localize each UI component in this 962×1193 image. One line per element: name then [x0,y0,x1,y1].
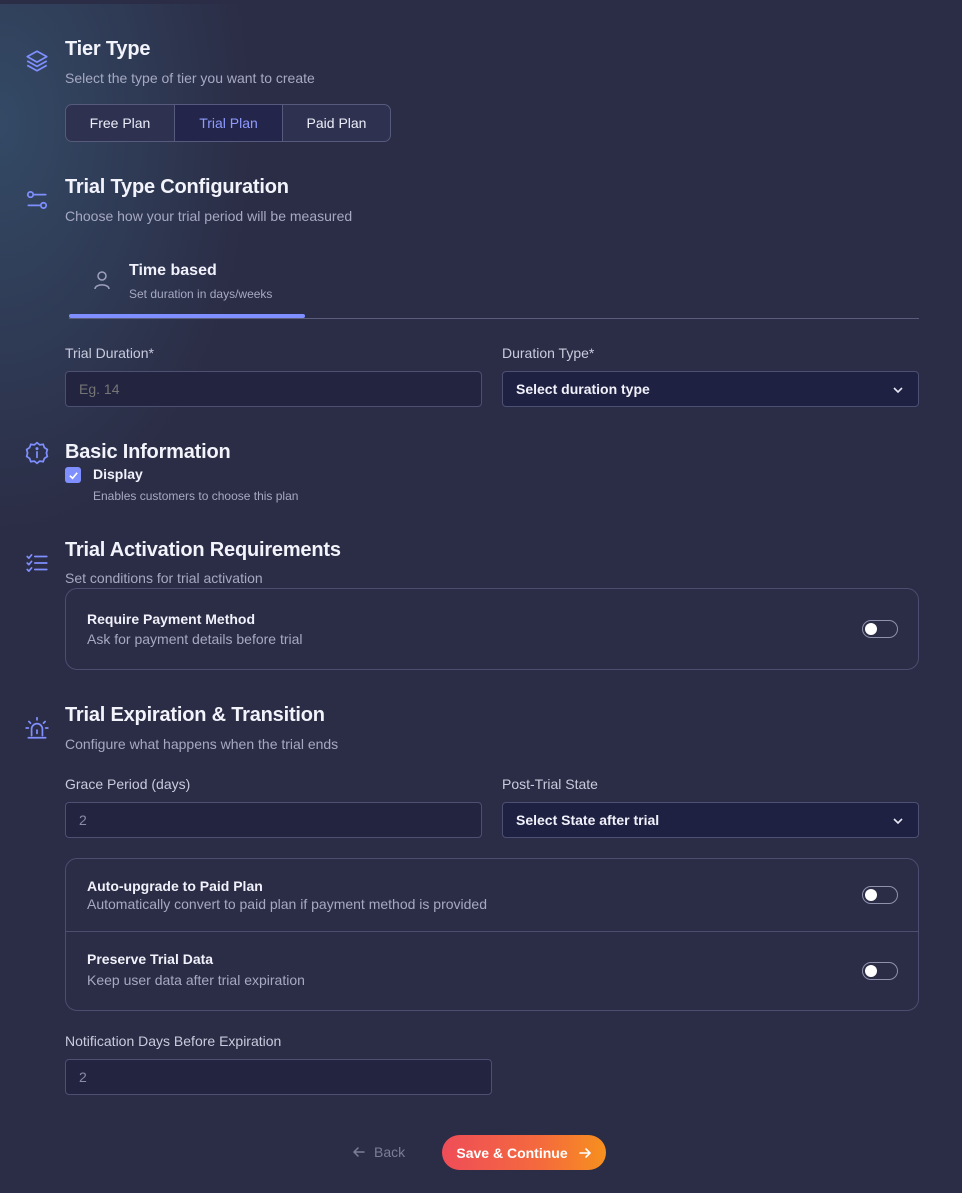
save-continue-button[interactable]: Save & Continue [442,1135,606,1170]
require-payment-card: Require Payment Method Ask for payment d… [65,588,919,670]
tier-option-paid-plan[interactable]: Paid Plan [283,105,390,141]
grace-period-input[interactable]: 2 [65,802,482,838]
auto-upgrade-toggle[interactable] [862,886,898,904]
trial-duration-label: Trial Duration* [65,345,154,361]
expiration-subtitle: Configure what happens when the trial en… [65,736,339,752]
preserve-data-title: Preserve Trial Data [87,951,214,967]
trial-duration-input[interactable] [65,371,482,407]
back-button[interactable]: Back [352,1138,405,1166]
arrow-left-icon [352,1147,365,1157]
grace-period-label: Grace Period (days) [65,776,191,792]
tab-time-based-subtitle: Set duration in days/weeks [129,287,273,301]
expiration-title: Trial Expiration & Transition [65,704,325,726]
user-icon [93,270,111,290]
tier-type-title: Tier Type [65,38,151,60]
basic-info-title: Basic Information [65,441,231,463]
preserve-data-toggle[interactable] [862,962,898,980]
trial-type-title: Trial Type Configuration [65,176,289,198]
activation-title: Trial Activation Requirements [65,539,341,561]
require-payment-toggle[interactable] [862,620,898,638]
tab-active-indicator [69,314,305,318]
arrow-right-icon [578,1147,591,1158]
card-divider [66,931,918,932]
post-trial-state-value: Select State after trial [516,812,660,828]
sliders-icon [24,187,50,213]
checklist-icon [24,550,50,576]
save-continue-label: Save & Continue [456,1144,568,1161]
display-label: Display [93,466,143,482]
expiration-options-card: Auto-upgrade to Paid Plan Automatically … [65,858,919,1011]
post-trial-state-label: Post-Trial State [502,776,598,792]
info-badge-icon [24,440,50,466]
require-payment-title: Require Payment Method [87,611,256,627]
notification-days-label: Notification Days Before Expiration [65,1033,282,1049]
layers-icon [24,48,50,74]
post-trial-state-select[interactable]: Select State after trial [502,802,919,838]
duration-type-label: Duration Type* [502,345,595,361]
tab-time-based[interactable]: Time based Set duration in days/weeks [69,252,305,318]
display-checkbox[interactable] [65,467,81,483]
preserve-data-subtitle: Keep user data after trial expiration [87,972,305,988]
activation-subtitle: Set conditions for trial activation [65,570,263,586]
tab-divider [69,318,919,319]
duration-type-value: Select duration type [516,381,650,397]
back-label: Back [374,1144,406,1160]
tier-option-trial-plan[interactable]: Trial Plan [175,105,283,141]
tier-type-segmented-control: Free Plan Trial Plan Paid Plan [65,104,391,142]
chevron-down-icon [893,387,903,394]
notification-days-input[interactable]: 2 [65,1059,492,1095]
check-icon [68,471,78,479]
chevron-down-icon [893,818,903,825]
require-payment-subtitle: Ask for payment details before trial [87,631,303,647]
display-subtitle: Enables customers to choose this plan [93,489,299,503]
auto-upgrade-title: Auto-upgrade to Paid Plan [87,878,263,894]
duration-type-select[interactable]: Select duration type [502,371,919,407]
tier-type-subtitle: Select the type of tier you want to crea… [65,70,315,86]
siren-icon [24,715,50,741]
auto-upgrade-subtitle: Automatically convert to paid plan if pa… [87,896,487,912]
trial-type-subtitle: Choose how your trial period will be mea… [65,208,353,224]
tab-time-based-title: Time based [129,262,217,279]
tier-option-free-plan[interactable]: Free Plan [66,105,175,141]
